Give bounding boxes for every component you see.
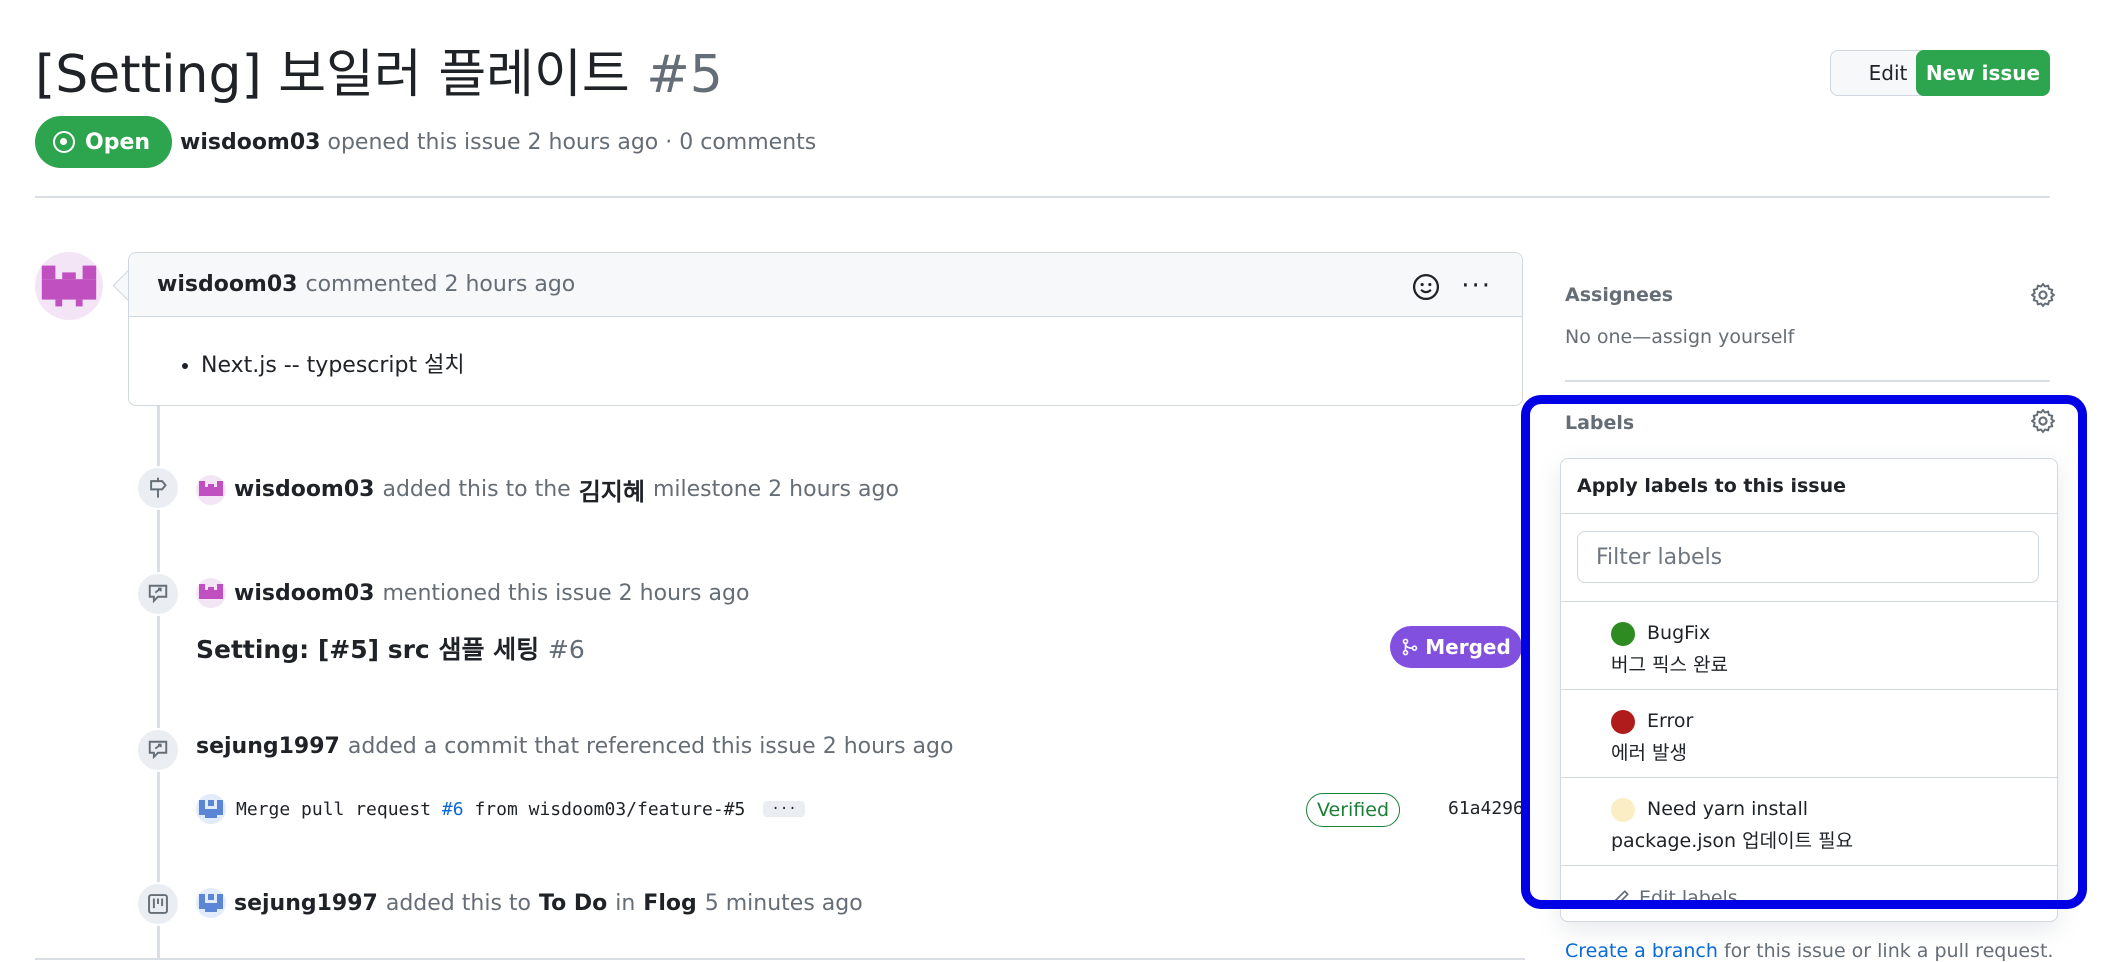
event-text: mentioned this issue 2 hours ago	[382, 580, 750, 606]
event-text: added a commit that referenced this issu…	[347, 734, 954, 759]
event-text: in	[615, 890, 636, 916]
issue-meta: wisdoom03 opened this issue 2 hours ago …	[180, 130, 816, 155]
label-name: Need yarn install	[1647, 798, 1809, 820]
filter-section	[1561, 514, 2057, 602]
expand-commit-button[interactable]: ···	[763, 801, 805, 817]
git-merge-icon	[1402, 638, 1418, 656]
label-color-dot	[1611, 710, 1635, 734]
status-label: Open	[85, 129, 151, 155]
label-description: package.json 업데이트 필요	[1611, 830, 1854, 852]
development-hint-text: for this issue or link a pull request.	[1723, 940, 2054, 962]
gear-icon[interactable]	[2030, 408, 2056, 434]
label-name: BugFix	[1647, 622, 1711, 644]
commit-sha[interactable]: 61a4296	[1448, 798, 1526, 819]
timeline-event-project: sejung1997 added this to To Do in Flog 5…	[196, 888, 863, 918]
add-reaction-icon[interactable]	[1412, 273, 1440, 307]
comment-header: wisdoom03 commented 2 hours ago ···	[129, 253, 1522, 317]
merged-label: Merged	[1425, 635, 1511, 659]
event-actor[interactable]: sejung1997	[234, 891, 378, 916]
label-item-need-yarn-install[interactable]: Need yarn install package.json 업데이트 필요	[1561, 778, 2057, 866]
meta-text: opened this issue 2 hours ago · 0 commen…	[327, 130, 817, 155]
avatar[interactable]	[196, 794, 226, 824]
create-branch-link[interactable]: Create a branch	[1565, 940, 1718, 962]
status-badge: Open	[35, 116, 173, 168]
identicon-icon	[41, 265, 97, 307]
timeline-event-commit: sejung1997 added a commit that reference…	[196, 734, 953, 759]
labels-heading[interactable]: Labels	[1565, 412, 1634, 434]
label-description: 에러 발생	[1611, 742, 1687, 764]
sidebar-divider	[1565, 380, 2050, 382]
issue-opened-icon	[53, 131, 75, 153]
event-text: milestone 2 hours ago	[652, 477, 899, 502]
commit-pr-link[interactable]: #6	[442, 799, 464, 820]
author-link[interactable]: wisdoom03	[180, 130, 320, 155]
comment-list-item: Next.js -- typescript 설치	[201, 347, 465, 379]
label-name: Error	[1647, 710, 1694, 732]
filter-labels-input[interactable]	[1577, 531, 2039, 583]
issue-title-text: [Setting] 보일러 플레이트	[35, 45, 630, 105]
comment-body: Next.js -- typescript 설치	[179, 347, 465, 379]
project-column-link[interactable]: To Do	[539, 891, 607, 916]
comment-author[interactable]: wisdoom03	[157, 272, 297, 297]
header-divider	[35, 196, 2050, 198]
referenced-pr-link[interactable]: Setting: [#5] src 샘플 세팅 #6	[196, 630, 585, 666]
milestone-link[interactable]: 김지혜	[579, 472, 645, 507]
edit-labels-link[interactable]: Edit labels	[1611, 887, 1738, 909]
project-link[interactable]: Flog	[643, 891, 696, 916]
issue-title: [Setting] 보일러 플레이트 #5	[35, 32, 723, 107]
issue-number: #5	[646, 45, 723, 105]
avatar[interactable]	[196, 578, 226, 608]
kebab-menu-icon[interactable]: ···	[1461, 271, 1492, 301]
pr-title[interactable]: Setting: [#5] src 샘플 세팅	[196, 635, 539, 664]
label-item-bugfix[interactable]: BugFix 버그 픽스 완료	[1561, 602, 2057, 690]
commit-row: Merge pull request #6 from wisdoom03/fea…	[196, 794, 805, 824]
labels-dropdown: Apply labels to this issue BugFix 버그 픽스 …	[1560, 458, 2058, 922]
comment-box: wisdoom03 commented 2 hours ago ··· Next…	[128, 252, 1523, 406]
avatar[interactable]	[196, 474, 226, 505]
timeline-event-milestone: wisdoom03 added this to the 김지혜 mileston…	[196, 472, 899, 507]
dropdown-title: Apply labels to this issue	[1561, 459, 2057, 514]
pencil-icon	[1612, 890, 1629, 907]
comment-action: commented 2 hours ago	[305, 272, 576, 297]
avatar[interactable]	[196, 888, 226, 918]
label-color-dot	[1611, 798, 1635, 822]
event-text: added this to the	[382, 477, 571, 502]
event-actor[interactable]: wisdoom03	[234, 477, 374, 502]
avatar[interactable]	[35, 252, 103, 320]
merged-badge: Merged	[1390, 626, 1522, 668]
verified-badge[interactable]: Verified	[1306, 793, 1400, 827]
event-text: 5 minutes ago	[704, 890, 863, 916]
project-icon	[136, 882, 180, 926]
assignees-heading[interactable]: Assignees	[1565, 284, 1673, 306]
event-actor[interactable]: sejung1997	[196, 734, 340, 759]
assignees-value[interactable]: No one—assign yourself	[1565, 326, 1794, 348]
label-description: 버그 픽스 완료	[1611, 654, 1728, 676]
label-item-error[interactable]: Error 에러 발생	[1561, 690, 2057, 778]
label-color-dot	[1611, 622, 1635, 646]
milestone-icon	[136, 466, 180, 510]
development-hint: Create a branch for this issue or link a…	[1565, 940, 2053, 962]
event-actor[interactable]: wisdoom03	[234, 581, 374, 606]
commit-message[interactable]: Merge pull request #6 from wisdoom03/fea…	[236, 799, 745, 820]
pr-number[interactable]: #6	[548, 635, 585, 664]
event-text: added this to	[385, 890, 531, 916]
timeline-event-mention: wisdoom03 mentioned this issue 2 hours a…	[196, 578, 749, 608]
cross-reference-icon	[136, 728, 180, 772]
edit-labels-label: Edit labels	[1639, 887, 1738, 909]
gear-icon[interactable]	[2030, 282, 2056, 308]
cross-reference-icon	[136, 572, 180, 616]
new-issue-button[interactable]: New issue	[1916, 50, 2050, 96]
